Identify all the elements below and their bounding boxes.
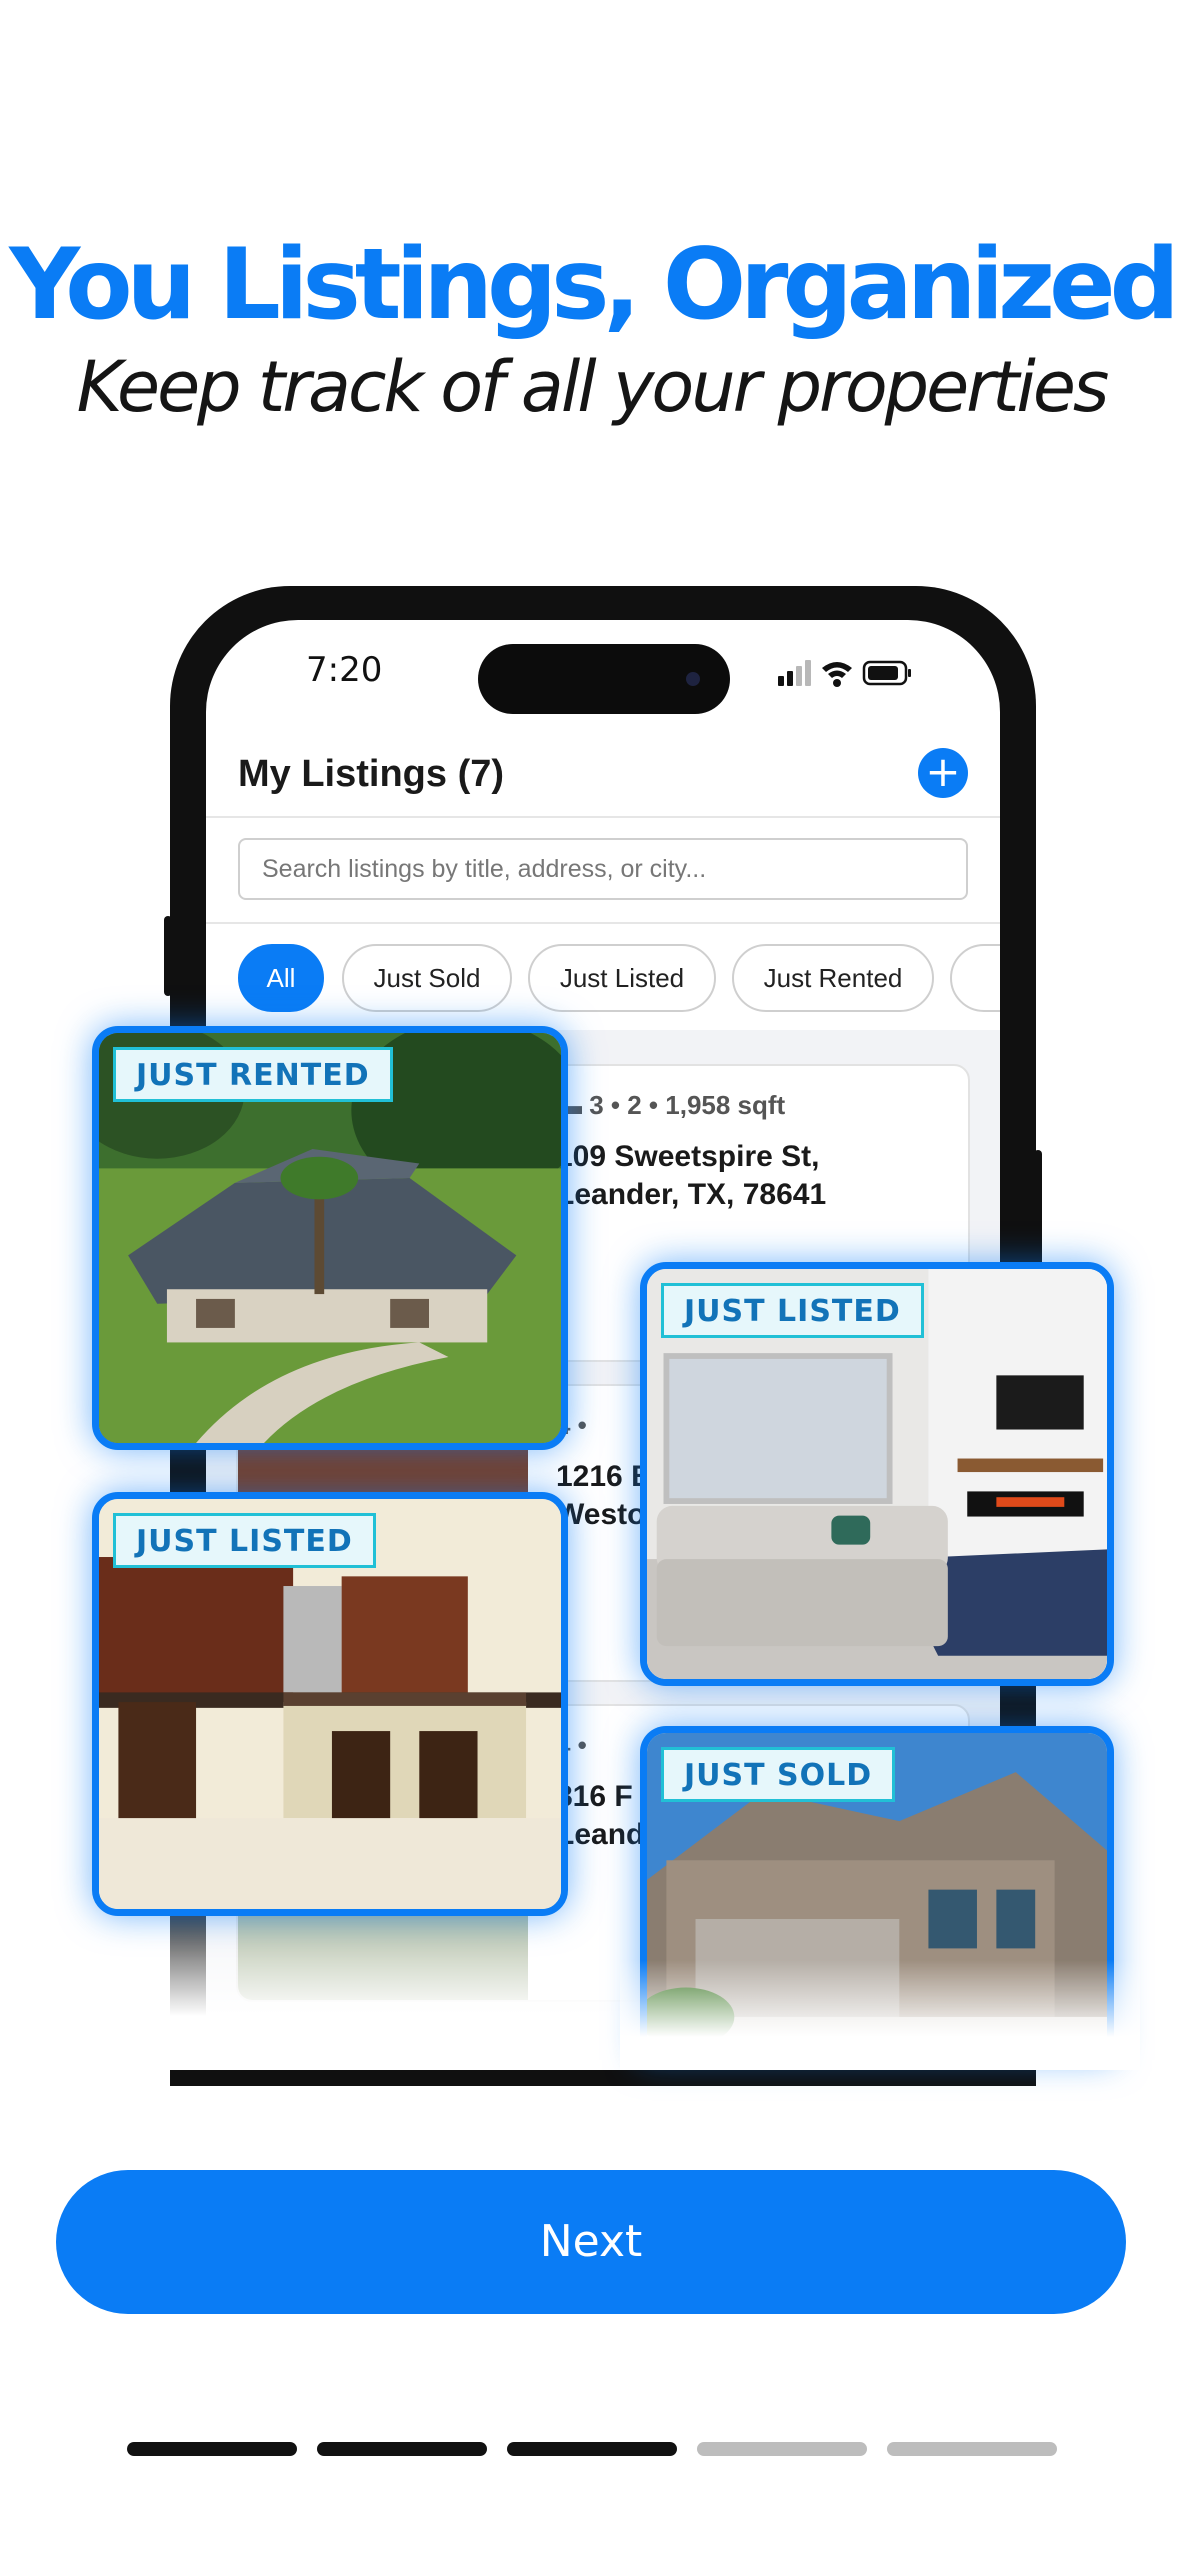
status-tag: JUST RENTED bbox=[113, 1047, 393, 1102]
filter-chip-just-listed[interactable]: Just Listed bbox=[528, 944, 716, 1012]
filter-chip-just-rented[interactable]: Just Rented bbox=[732, 944, 934, 1012]
page-dot-active bbox=[317, 2442, 487, 2456]
subheadline: Keep track of all your properties bbox=[76, 346, 1110, 428]
divider bbox=[206, 816, 1000, 818]
overlay-card-just-rented: JUST RENTED bbox=[92, 1026, 568, 1450]
phone-side-button bbox=[164, 916, 172, 996]
headline: You Listings, Organized bbox=[9, 228, 1180, 342]
page-dot-active bbox=[127, 2442, 297, 2456]
page-title: My Listings (7) bbox=[238, 753, 505, 795]
filter-chip-all[interactable]: All bbox=[238, 944, 324, 1012]
overlay-card-just-listed: JUST LISTED bbox=[92, 1492, 568, 1916]
status-tag: JUST LISTED bbox=[113, 1513, 376, 1568]
page-dot-inactive bbox=[887, 2442, 1057, 2456]
listing-meta: ▬ 3 • 2 • 1,958 sqft bbox=[556, 1090, 786, 1120]
status-icons bbox=[778, 656, 918, 695]
filter-chip-more[interactable] bbox=[950, 944, 1000, 1012]
signal-wifi-battery-icon bbox=[778, 660, 911, 687]
filter-chips: All Just Sold Just Listed Just Rented bbox=[238, 944, 1000, 1012]
plus-icon: + bbox=[925, 747, 961, 796]
dynamic-island bbox=[478, 644, 730, 714]
listing-address: 109 Sweetspire St, Leander, TX, 78641 bbox=[556, 1140, 827, 1211]
status-tag: JUST SOLD bbox=[661, 1747, 896, 1802]
bottom-fade bbox=[620, 1960, 1140, 2070]
status-time: 7:20 bbox=[306, 650, 383, 690]
status-tag: JUST LISTED bbox=[661, 1283, 924, 1338]
page-dot-inactive bbox=[697, 2442, 867, 2456]
filter-chip-just-sold[interactable]: Just Sold bbox=[342, 944, 512, 1012]
camera-icon bbox=[686, 672, 700, 686]
next-button[interactable]: Next bbox=[56, 2170, 1126, 2314]
page-dot-active bbox=[507, 2442, 677, 2456]
add-listing-button[interactable]: + bbox=[918, 748, 968, 798]
search-input[interactable]: Search listings by title, address, or ci… bbox=[238, 838, 968, 900]
overlay-card-just-listed: JUST LISTED bbox=[640, 1262, 1114, 1686]
divider bbox=[206, 922, 1000, 924]
